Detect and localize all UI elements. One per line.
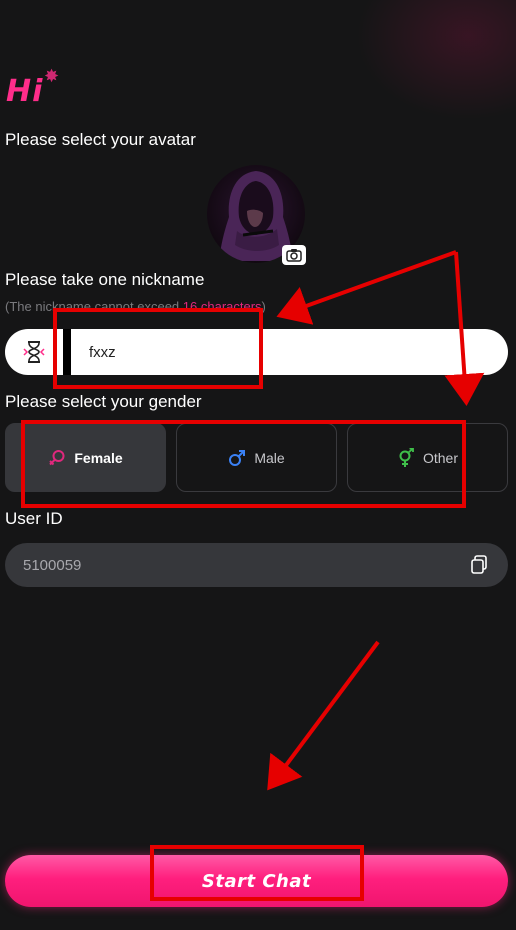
female-icon <box>49 449 65 465</box>
transgender-icon <box>399 447 414 467</box>
user-id-field: 5100059 <box>5 543 508 587</box>
arrow-to-gender <box>444 251 485 406</box>
background-glow <box>356 0 516 120</box>
arrow-to-start-chat <box>267 640 380 791</box>
nickname-label: Please take one nickname <box>5 270 205 289</box>
user-id-value: 5100059 <box>23 556 82 574</box>
gender-female-label: Female <box>74 449 123 466</box>
gender-male-button[interactable]: Male <box>176 423 337 492</box>
avatar-label: Please select your avatar <box>5 130 196 149</box>
nickname-divider <box>63 329 71 375</box>
start-chat-button[interactable]: Start Chat <box>5 855 508 907</box>
camera-icon[interactable] <box>282 245 306 265</box>
nickname-field[interactable]: fxxz <box>5 329 508 375</box>
greeting-title: Hi <box>6 74 44 109</box>
avatar-picker[interactable] <box>207 165 306 265</box>
user-id-label: User ID <box>5 509 63 528</box>
gender-male-label: Male <box>254 449 285 466</box>
nickname-hint: (The nickname cannot exceed 16 character… <box>5 299 266 314</box>
hint-prefix: (The nickname cannot exceed <box>5 299 183 314</box>
hourglass-icon <box>23 341 45 363</box>
gender-other-button[interactable]: Other <box>347 423 508 492</box>
hint-suffix: ) <box>261 299 266 314</box>
nickname-input[interactable]: fxxz <box>89 344 116 361</box>
hint-highlight: 16 characters <box>182 299 262 314</box>
arrow-to-nickname <box>276 250 457 325</box>
copy-icon[interactable] <box>470 555 488 575</box>
gender-label: Please select your gender <box>5 392 202 411</box>
random-nickname-button[interactable] <box>5 339 63 365</box>
sparkle-icon: ✸ <box>44 66 60 86</box>
male-icon <box>229 449 246 466</box>
gender-selector: Female Male Other <box>5 423 508 492</box>
start-chat-label: Start Chat <box>201 870 312 892</box>
gender-other-label: Other <box>422 449 458 466</box>
gender-female-button[interactable]: Female <box>5 423 166 492</box>
